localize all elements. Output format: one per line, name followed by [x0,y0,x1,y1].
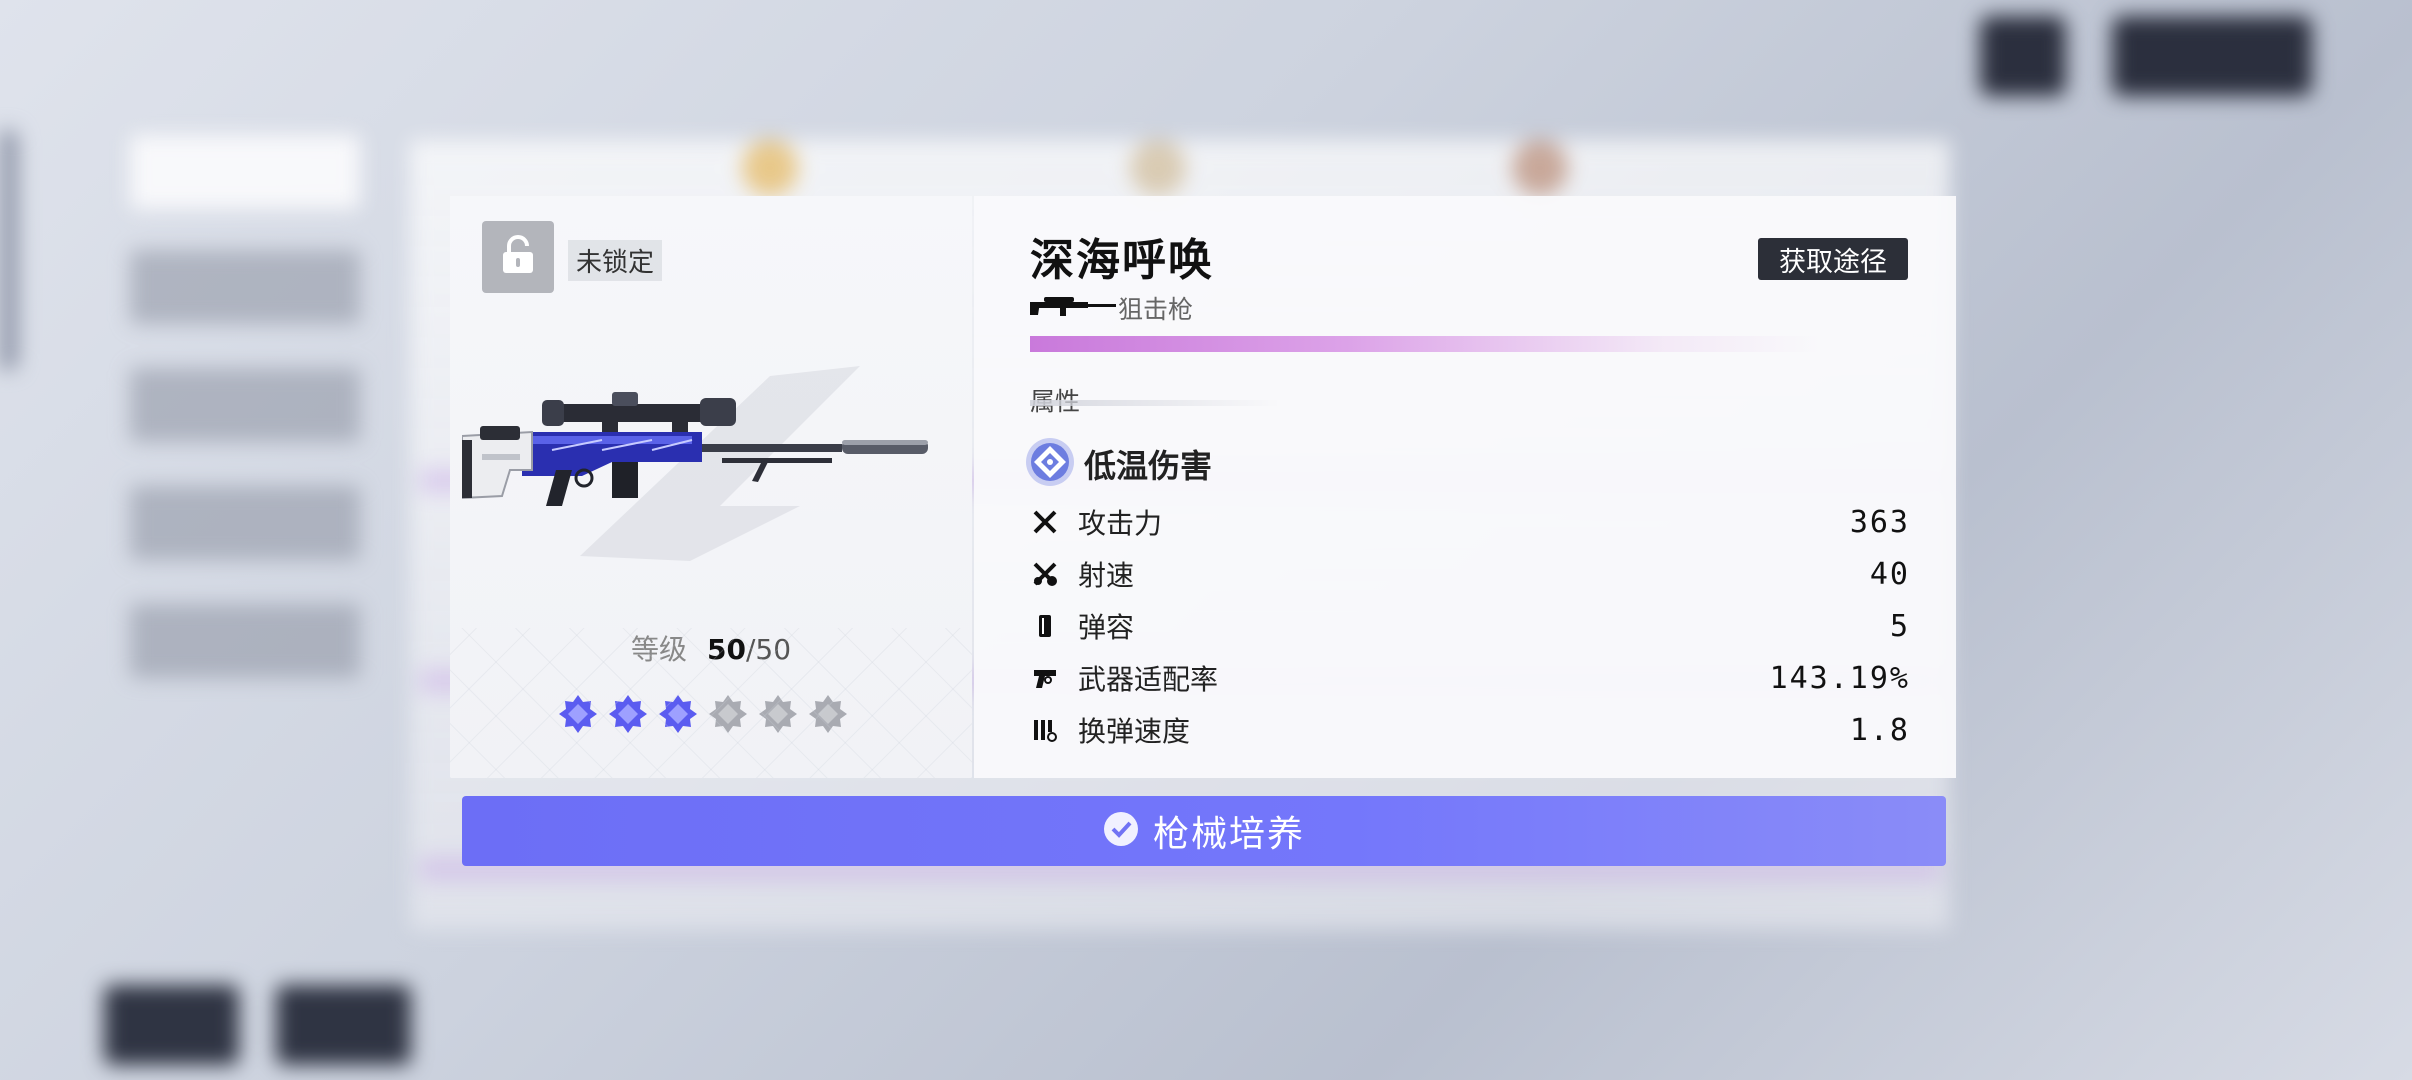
magazine-icon [1030,611,1060,641]
weapon-preview-panel: 未锁定 等级 50/50 [450,196,972,778]
weapon-info-panel: 深海呼唤 获取途径 狙击枪 属性 [974,196,1956,778]
check-circle-icon [1103,811,1139,851]
stat-value: 143.19% [1769,660,1910,696]
stat-row-adaptation: 武器适配率 143.19% [1030,652,1910,704]
sniper-rifle-icon [1030,295,1116,321]
stat-label: 武器适配率 [1078,663,1219,696]
weapon-level: 等级 50/50 [450,628,972,668]
bg-avatar [1130,140,1186,196]
weapon-name: 深海呼唤 [1030,235,1214,286]
stat-row-reload: 换弹速度 1.8 [1030,704,1910,756]
weapon-detail-dialog: 未锁定 等级 50/50 深海呼唤 获取途径 狙击枪 低温伤害 攻击力 363 … [450,196,1956,866]
weapon-image [461,366,932,536]
reload-icon [1030,715,1060,745]
stat-label: 攻击力 [1078,507,1163,540]
stat-row-magazine: 弹容 5 [1030,600,1910,652]
level-max: 50 [755,633,792,666]
side-pull-tab [0,130,18,370]
stat-value: 40 [1869,556,1910,592]
bg-category [130,486,360,560]
weapon-type: 狙击枪 [1030,290,1193,326]
stat-label: 换弹速度 [1078,715,1191,748]
bg-category-selected [130,135,360,209]
weapon-training-label: 枪械培养 [1152,814,1305,855]
stat-label: 弹容 [1078,611,1135,644]
level-separator: / [745,633,756,666]
attributes-header-underline [1030,400,1280,406]
element-label: 低温伤害 [1084,447,1213,485]
star-rating [558,694,848,734]
star-empty-icon [808,694,848,734]
bg-category [130,368,360,442]
level-current: 50 [706,633,746,666]
stat-value: 363 [1849,504,1910,540]
unlock-icon [500,235,536,279]
weapon-training-button[interactable]: 枪械培养 [462,796,1946,866]
stat-row-attack: 攻击力 363 [1030,496,1910,548]
weapon-type-label: 狙击枪 [1118,295,1194,324]
attack-icon [1030,507,1060,537]
bg-bottom-button [276,985,411,1065]
star-filled-icon [608,694,648,734]
star-filled-icon [558,694,598,734]
stat-row-fire-rate: 射速 40 [1030,548,1910,600]
bg-category [130,604,360,678]
bg-top-button [2112,16,2312,96]
cryo-element-icon [1024,436,1076,492]
bg-avatar [1512,140,1568,196]
lock-status-label: 未锁定 [568,240,663,281]
stat-value: 1.8 [1849,712,1910,748]
bg-bottom-button [104,985,239,1065]
element-type: 低温伤害 [1024,436,1212,492]
star-empty-icon [708,694,748,734]
stat-value: 5 [1889,608,1910,644]
acquire-source-button[interactable]: 获取途径 [1758,238,1908,280]
fire-rate-icon [1030,559,1060,589]
bg-category [130,250,360,324]
bg-avatar [742,140,798,196]
lock-toggle-button[interactable] [482,221,554,293]
bg-top-button [1980,16,2066,96]
rarity-bar [1030,336,1820,352]
star-filled-icon [658,694,698,734]
stat-label: 射速 [1078,559,1135,592]
stats-list: 攻击力 363 射速 40 弹容 5 武器适配率 143.19% 换弹速度 1.… [1030,496,1910,756]
adaptation-icon [1030,663,1060,693]
level-label: 等级 [630,633,687,666]
star-empty-icon [758,694,798,734]
